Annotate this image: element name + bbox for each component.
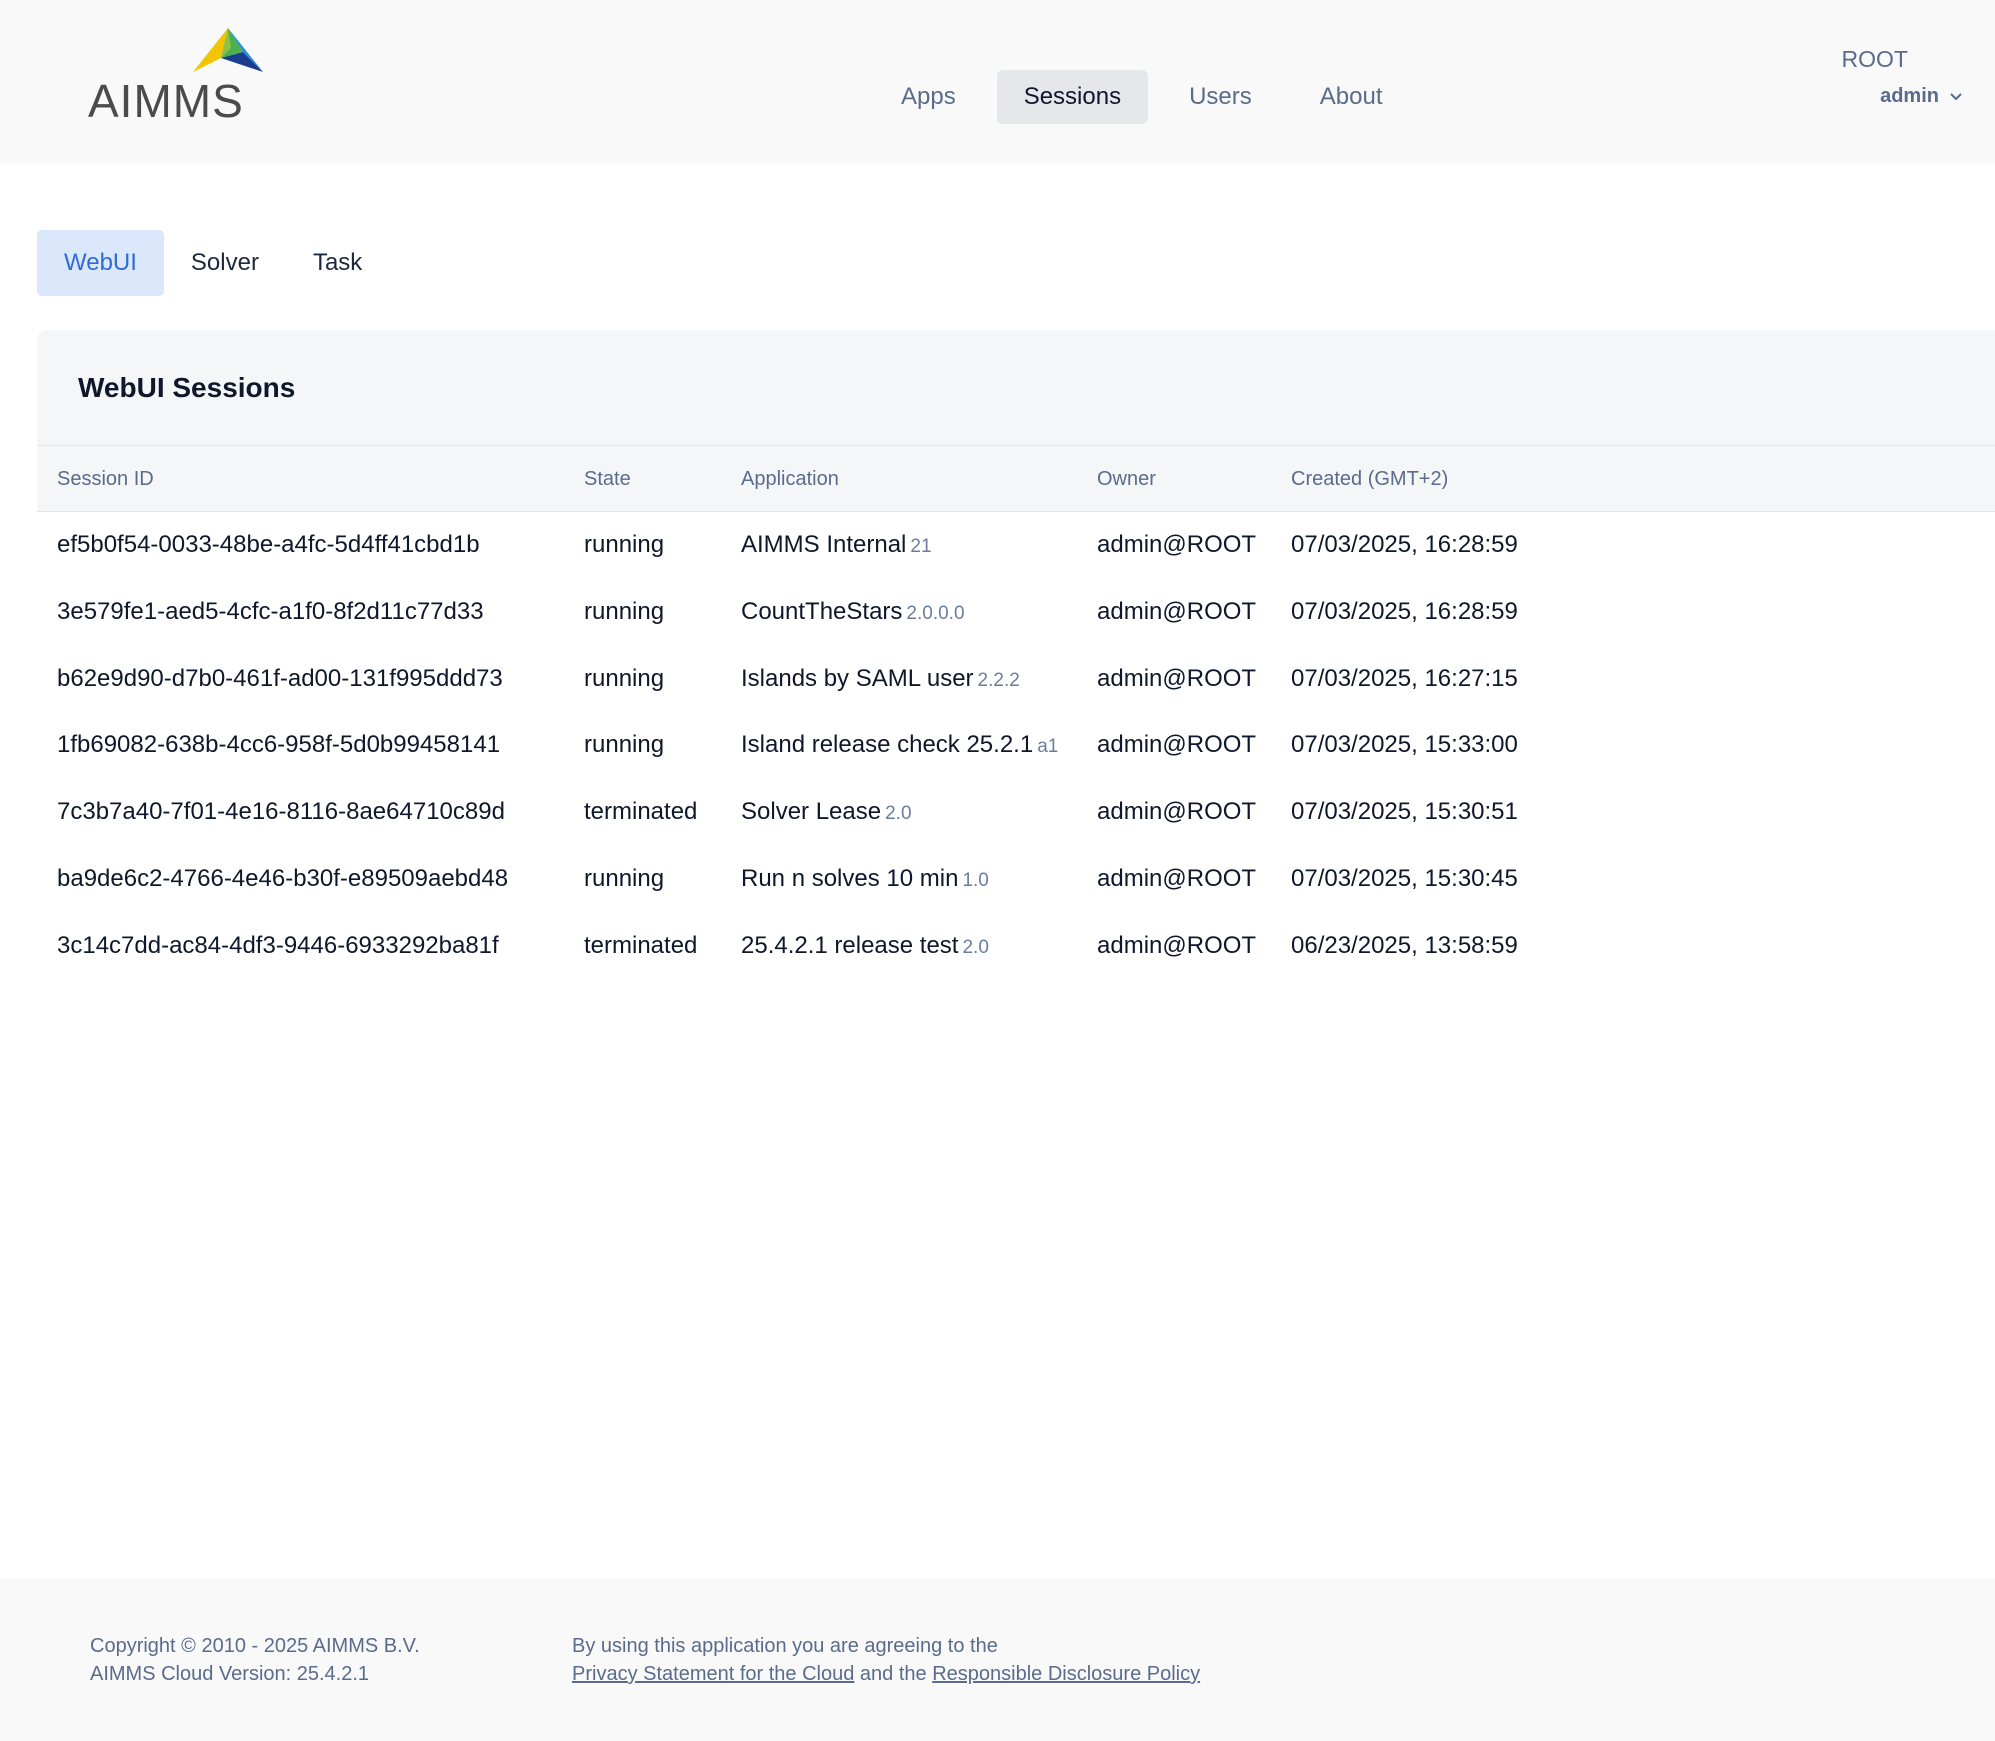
column-session-id[interactable]: Session ID bbox=[57, 446, 154, 512]
session-state: terminated bbox=[584, 931, 698, 959]
table-header: Session ID State Application Owner Creat… bbox=[37, 445, 1995, 512]
org-name: ROOT bbox=[1841, 46, 1908, 72]
table-row[interactable]: 1fb69082-638b-4cc6-958f-5d0b99458141 run… bbox=[37, 712, 1995, 779]
sessions-table-body: ef5b0f54-0033-48be-a4fc-5d4ff41cbd1b run… bbox=[37, 512, 1995, 980]
aimms-logo-mark-icon bbox=[193, 28, 263, 72]
session-application: CountTheStars 2.0.0.0 bbox=[741, 579, 965, 646]
nav-apps[interactable]: Apps bbox=[874, 70, 983, 124]
session-created: 07/03/2025, 16:28:59 bbox=[1291, 531, 1518, 558]
session-created: 07/03/2025, 16:28:59 bbox=[1291, 597, 1518, 625]
table-row[interactable]: 3c14c7dd-ac84-4df3-9446-6933292ba81f ter… bbox=[37, 913, 1995, 980]
page-footer: Copyright © 2010 - 2025 AIMMS B.V. AIMMS… bbox=[0, 1578, 1995, 1741]
session-application: AIMMS Internal 21 bbox=[741, 512, 932, 579]
app-version: 21 bbox=[910, 536, 932, 557]
user-menu[interactable]: ROOT admin bbox=[1842, 46, 1965, 108]
footer-version: AIMMS Cloud Version: 25.4.2.1 bbox=[90, 1663, 370, 1685]
session-owner: admin@ROOT bbox=[1097, 664, 1257, 692]
disclosure-policy-link[interactable]: Responsible Disclosure Policy bbox=[932, 1663, 1200, 1685]
table-row[interactable]: 7c3b7a40-7f01-4e16-8116-8ae64710c89d ter… bbox=[37, 779, 1995, 846]
table-row[interactable]: ef5b0f54-0033-48be-a4fc-5d4ff41cbd1b run… bbox=[37, 512, 1995, 579]
session-created: 07/03/2025, 16:27:15 bbox=[1291, 664, 1518, 692]
app-name: Island release check 25.2.1 bbox=[741, 731, 1034, 759]
session-owner: admin@ROOT bbox=[1097, 531, 1257, 558]
session-owner: admin@ROOT bbox=[1097, 731, 1257, 759]
footer-copyright: Copyright © 2010 - 2025 AIMMS B.V. bbox=[90, 1635, 420, 1657]
session-id: 1fb69082-638b-4cc6-958f-5d0b99458141 bbox=[57, 731, 501, 759]
app-name: AIMMS Internal bbox=[741, 531, 907, 558]
aimms-logo[interactable]: AIMMS bbox=[88, 28, 268, 128]
footer-legal: By using this application you are agreei… bbox=[572, 1632, 1200, 1688]
app-name: CountTheStars bbox=[741, 597, 903, 625]
session-created: 07/03/2025, 15:33:00 bbox=[1291, 731, 1518, 759]
app-name: Islands by SAML user bbox=[741, 664, 974, 692]
app-name: 25.4.2.1 release test bbox=[741, 931, 959, 959]
app-name: Run n solves 10 min bbox=[741, 864, 959, 892]
session-state: running bbox=[584, 531, 665, 558]
session-application: Islands by SAML user 2.2.2 bbox=[741, 646, 1020, 713]
nav-about[interactable]: About bbox=[1293, 70, 1410, 124]
panel-title: WebUI Sessions bbox=[78, 372, 296, 403]
column-application[interactable]: Application bbox=[741, 446, 839, 512]
session-id: 7c3b7a40-7f01-4e16-8116-8ae64710c89d bbox=[57, 798, 505, 826]
session-application: 25.4.2.1 release test 2.0 bbox=[741, 913, 989, 980]
tab-webui[interactable]: WebUI bbox=[37, 230, 164, 296]
session-id: ef5b0f54-0033-48be-a4fc-5d4ff41cbd1b bbox=[57, 531, 480, 558]
app-version: a1 bbox=[1037, 736, 1059, 758]
app-version: 2.2.2 bbox=[977, 669, 1020, 691]
session-id: 3c14c7dd-ac84-4df3-9446-6933292ba81f bbox=[57, 931, 499, 959]
column-created[interactable]: Created (GMT+2) bbox=[1291, 446, 1448, 512]
nav-users[interactable]: Users bbox=[1162, 70, 1279, 124]
session-application: Island release check 25.2.1 a1 bbox=[741, 712, 1058, 779]
table-row[interactable]: ba9de6c2-4766-4e46-b30f-e89509aebd48 run… bbox=[37, 846, 1995, 913]
tab-task[interactable]: Task bbox=[286, 230, 389, 296]
session-created: 07/03/2025, 15:30:45 bbox=[1291, 864, 1518, 892]
app-version: 2.0 bbox=[885, 803, 912, 825]
top-header: AIMMS Apps Sessions Users About ROOT adm… bbox=[0, 0, 1995, 163]
logo-text: AIMMS bbox=[88, 75, 244, 127]
session-owner: admin@ROOT bbox=[1097, 798, 1257, 826]
tab-solver[interactable]: Solver bbox=[164, 230, 286, 296]
session-id: ba9de6c2-4766-4e46-b30f-e89509aebd48 bbox=[57, 864, 509, 892]
session-state: terminated bbox=[584, 798, 698, 826]
table-row[interactable]: 3e579fe1-aed5-4cfc-a1f0-8f2d11c77d33 run… bbox=[37, 579, 1995, 646]
session-application: Run n solves 10 min 1.0 bbox=[741, 846, 989, 913]
session-owner: admin@ROOT bbox=[1097, 597, 1257, 625]
session-id: 3e579fe1-aed5-4cfc-a1f0-8f2d11c77d33 bbox=[57, 597, 484, 625]
app-version: 1.0 bbox=[962, 869, 989, 891]
user-name: admin bbox=[1880, 85, 1939, 107]
footer-agree-text: By using this application you are agreei… bbox=[572, 1635, 998, 1657]
footer-info: Copyright © 2010 - 2025 AIMMS B.V. AIMMS… bbox=[90, 1632, 420, 1688]
app-name: Solver Lease bbox=[741, 798, 882, 826]
column-state[interactable]: State bbox=[584, 446, 631, 512]
nav-sessions[interactable]: Sessions bbox=[996, 70, 1149, 124]
session-owner: admin@ROOT bbox=[1097, 864, 1257, 892]
main-nav: Apps Sessions Users About bbox=[874, 70, 1409, 124]
session-state: running bbox=[584, 597, 665, 625]
app-version: 2.0.0.0 bbox=[906, 602, 965, 624]
session-id: b62e9d90-d7b0-461f-ad00-131f995ddd73 bbox=[57, 664, 503, 692]
table-row[interactable]: b62e9d90-d7b0-461f-ad00-131f995ddd73 run… bbox=[37, 646, 1995, 713]
session-state: running bbox=[584, 731, 665, 759]
sessions-panel: WebUI Sessions Session ID State Applicat… bbox=[37, 330, 1995, 512]
chevron-down-icon bbox=[1950, 92, 1962, 100]
column-owner[interactable]: Owner bbox=[1097, 446, 1156, 512]
session-state: running bbox=[584, 664, 665, 692]
session-created: 06/23/2025, 13:58:59 bbox=[1291, 931, 1518, 959]
session-application: Solver Lease 2.0 bbox=[741, 779, 912, 846]
session-type-tabs: WebUI Solver Task bbox=[37, 230, 389, 296]
session-state: running bbox=[584, 864, 665, 892]
user-dropdown[interactable]: admin bbox=[1842, 85, 1965, 108]
privacy-statement-link[interactable]: Privacy Statement for the Cloud bbox=[572, 1663, 854, 1685]
app-version: 2.0 bbox=[962, 936, 989, 958]
session-owner: admin@ROOT bbox=[1097, 931, 1257, 959]
session-created: 07/03/2025, 15:30:51 bbox=[1291, 798, 1518, 826]
footer-and-text: and the bbox=[859, 1663, 927, 1685]
